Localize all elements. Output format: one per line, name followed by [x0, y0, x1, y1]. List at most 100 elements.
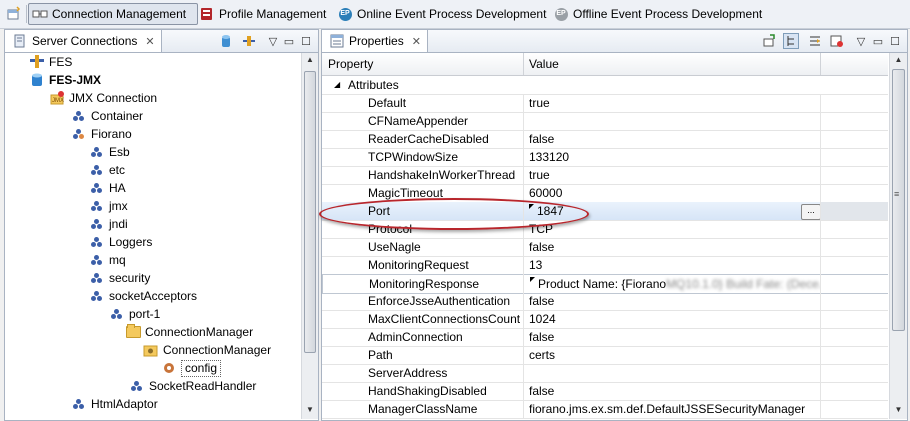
scrollbar-thumb[interactable]: [304, 71, 316, 353]
property-row[interactable]: MagicTimeout 60000: [322, 184, 888, 203]
maximize-icon[interactable]: ☐: [887, 33, 903, 49]
property-row[interactable]: Port 1847...: [322, 202, 888, 221]
property-name: MonitoringResponse: [369, 277, 480, 291]
tree-item-selected[interactable]: config: [161, 359, 222, 377]
view-menu-icon[interactable]: ▽: [265, 33, 281, 49]
property-row[interactable]: UseNagle false: [322, 238, 888, 257]
property-row[interactable]: MonitoringResponse Product Name: {Fiorano…: [322, 274, 888, 294]
property-row[interactable]: HandshakeInWorkerThread true: [322, 166, 888, 185]
tree-item[interactable]: Container: [71, 107, 143, 125]
tree-scrollbar[interactable]: ▲ ▼: [301, 53, 318, 419]
tab-properties[interactable]: Properties ✕: [322, 30, 428, 52]
tree-item[interactable]: security: [89, 269, 150, 287]
perspective-online-event-process[interactable]: EP Online Event Process Development: [334, 4, 550, 24]
property-row[interactable]: ReaderCacheDisabled false: [322, 130, 888, 149]
properties-scrollbar[interactable]: ▲ ≡ ▼: [889, 53, 907, 419]
tree-item[interactable]: ConnectionManager: [143, 341, 271, 359]
minimize-icon[interactable]: ▭: [281, 33, 297, 49]
property-value-text: true: [529, 168, 550, 182]
minimize-icon[interactable]: ▭: [870, 33, 886, 49]
property-name: MonitoringRequest: [368, 258, 469, 272]
tree-item[interactable]: jmx: [89, 197, 128, 215]
close-tab-icon[interactable]: ✕: [145, 35, 154, 48]
restore-default-icon[interactable]: [829, 33, 845, 49]
tree-item[interactable]: SocketReadHandler: [129, 377, 256, 395]
close-tab-icon[interactable]: ✕: [412, 35, 421, 48]
property-value[interactable]: false: [529, 382, 819, 400]
property-row[interactable]: AdminConnection false: [322, 328, 888, 347]
property-row[interactable]: HandShakingDisabled false: [322, 382, 888, 401]
property-row[interactable]: Default true: [322, 94, 888, 113]
property-value[interactable]: true: [529, 94, 819, 112]
property-value[interactable]: false: [529, 238, 819, 256]
property-row[interactable]: ServerAddress: [322, 364, 888, 383]
add-server-icon[interactable]: [219, 33, 235, 49]
property-row[interactable]: CFNameAppender: [322, 112, 888, 131]
column-divider[interactable]: [523, 53, 524, 75]
show-advanced-icon[interactable]: [807, 33, 823, 49]
property-name: EnforceJsseAuthentication: [368, 294, 511, 308]
property-value[interactable]: false: [529, 328, 819, 346]
perspective-connection-management[interactable]: Connection Management: [28, 3, 198, 25]
view-menu-icon[interactable]: ▽: [853, 33, 869, 49]
perspective-offline-event-process[interactable]: EP Offline Event Process Development: [550, 4, 766, 24]
property-value[interactable]: 13: [529, 256, 819, 274]
tree-item[interactable]: HA: [89, 179, 126, 197]
property-value[interactable]: false: [529, 130, 819, 148]
tree-item-label: Container: [91, 109, 144, 123]
scrollbar-thumb[interactable]: [892, 69, 905, 331]
tree-item[interactable]: socketAcceptors: [89, 287, 197, 305]
perspective-toolbar: Connection Management Profile Management…: [0, 0, 910, 29]
tree-item[interactable]: jndi: [89, 215, 128, 233]
tab-server-connections[interactable]: Server Connections ✕: [5, 30, 162, 52]
property-row[interactable]: Protocol TCP: [322, 220, 888, 239]
property-value[interactable]: 133120: [529, 148, 819, 166]
tree-item[interactable]: ConnectionManager: [125, 323, 253, 341]
property-row[interactable]: Path certs: [322, 346, 888, 365]
edit-value-button[interactable]: ...: [801, 204, 821, 220]
property-row[interactable]: ManagerClassName fiorano.jms.ex.sm.def.De…: [322, 400, 888, 419]
property-value[interactable]: [529, 364, 819, 382]
tree-item[interactable]: port-1: [109, 305, 160, 323]
property-name: MagicTimeout: [368, 186, 443, 200]
property-value[interactable]: true: [529, 166, 819, 184]
tree-item[interactable]: FES: [29, 53, 72, 71]
tree-item[interactable]: FES-JMX: [29, 71, 101, 89]
open-perspective-icon[interactable]: [6, 6, 22, 22]
property-value[interactable]: TCP: [529, 220, 819, 238]
property-value[interactable]: Product Name: {FioranoMQ10.1.0} Build Fa…: [530, 275, 820, 293]
tree-item[interactable]: JMX JMX Connection: [49, 89, 157, 107]
property-value[interactable]: 1847: [529, 202, 819, 220]
property-row[interactable]: MonitoringRequest 13: [322, 256, 888, 275]
tree-item[interactable]: Fiorano: [71, 125, 132, 143]
column-header-property[interactable]: Property: [328, 53, 373, 75]
perspective-profile-management[interactable]: Profile Management: [196, 4, 330, 24]
property-value[interactable]: fiorano.jms.ex.sm.def.DefaultJSSESecurit…: [529, 400, 819, 418]
maximize-icon[interactable]: ☐: [298, 33, 314, 49]
scroll-down-icon[interactable]: ▼: [302, 405, 318, 414]
pin-view-icon[interactable]: [761, 33, 777, 49]
scroll-up-icon[interactable]: ▲: [302, 55, 318, 64]
property-row[interactable]: MaxClientConnectionsCount 1024: [322, 310, 888, 329]
property-value[interactable]: [529, 112, 819, 130]
node-icon: [89, 252, 105, 268]
collapse-icon[interactable]: ◢: [334, 76, 340, 94]
tree-item[interactable]: etc: [89, 161, 125, 179]
property-value-text: false: [529, 240, 555, 254]
property-row[interactable]: EnforceJsseAuthentication false: [322, 292, 888, 311]
scroll-up-icon[interactable]: ▲: [890, 55, 907, 64]
tree-item[interactable]: Loggers: [89, 233, 152, 251]
property-value[interactable]: certs: [529, 346, 819, 364]
tree-item[interactable]: Esb: [89, 143, 130, 161]
property-row[interactable]: TCPWindowSize 133120: [322, 148, 888, 167]
property-value[interactable]: 1024: [529, 310, 819, 328]
tree-item[interactable]: mq: [89, 251, 126, 269]
connect-server-icon[interactable]: [241, 33, 257, 49]
property-value[interactable]: 60000: [529, 184, 819, 202]
tree-item[interactable]: HtmlAdaptor: [71, 395, 158, 413]
property-value[interactable]: false: [529, 292, 819, 310]
scroll-down-icon[interactable]: ▼: [890, 405, 907, 414]
show-categories-icon[interactable]: [783, 33, 799, 49]
column-header-value[interactable]: Value: [529, 53, 559, 75]
group-row-attributes[interactable]: ◢ Attributes: [322, 76, 888, 95]
